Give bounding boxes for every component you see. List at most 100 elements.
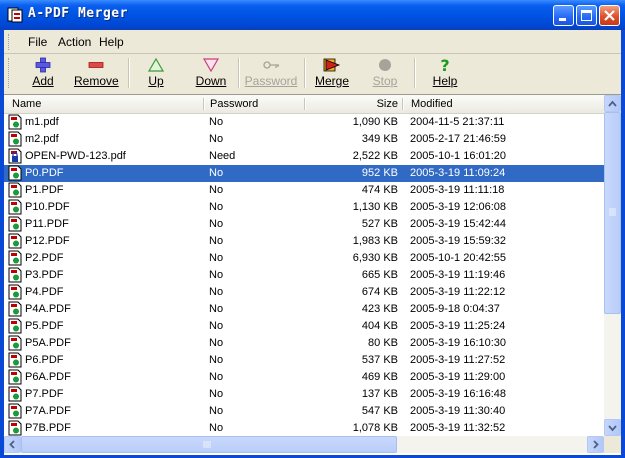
file-row[interactable]: P12.PDF No 1,983 KB 2005-3-19 15:59:32 bbox=[4, 233, 604, 250]
pdf-file-icon bbox=[8, 131, 22, 147]
toolbar-separator bbox=[304, 58, 306, 88]
file-row[interactable]: P6A.PDF No 469 KB 2005-3-19 11:29:00 bbox=[4, 369, 604, 386]
file-modified: 2004-11-5 21:37:11 bbox=[410, 116, 505, 128]
file-row[interactable]: P0.PDF No 952 KB 2005-3-19 11:09:24 bbox=[4, 165, 604, 182]
file-rows: m1.pdf No 1,090 KB 2004-11-5 21:37:11 m2.pdf… bbox=[4, 114, 604, 436]
stop-button[interactable]: Stop bbox=[370, 55, 400, 91]
pdf-file-icon bbox=[8, 199, 22, 215]
minimize-button[interactable] bbox=[553, 5, 574, 26]
file-name: P2.PDF bbox=[25, 252, 64, 264]
stop-label: Stop bbox=[372, 74, 398, 88]
file-row[interactable]: m1.pdf No 1,090 KB 2004-11-5 21:37:11 bbox=[4, 114, 604, 131]
column-size[interactable]: Size bbox=[304, 98, 398, 110]
grip-icon bbox=[203, 441, 211, 448]
file-name: P4A.PDF bbox=[25, 303, 71, 315]
password-button[interactable]: Password bbox=[244, 55, 298, 91]
file-row[interactable]: P6.PDF No 537 KB 2005-3-19 11:27:52 bbox=[4, 352, 604, 369]
file-password: No bbox=[209, 252, 224, 264]
pdf-file-icon bbox=[8, 182, 22, 198]
file-name: P5.PDF bbox=[25, 320, 64, 332]
menu-file[interactable]: File bbox=[28, 35, 47, 49]
maximize-button[interactable] bbox=[576, 5, 597, 26]
horizontal-scrollbar[interactable] bbox=[4, 436, 604, 453]
pdf-file-icon bbox=[8, 250, 22, 266]
scrollbar-corner bbox=[604, 436, 621, 453]
file-password: No bbox=[209, 133, 224, 145]
merge-icon bbox=[323, 58, 341, 72]
column-name[interactable]: Name bbox=[12, 98, 41, 110]
arrow-up-icon bbox=[147, 57, 165, 72]
file-size: 404 KB bbox=[361, 320, 398, 332]
file-row[interactable]: P7B.PDF No 1,078 KB 2005-3-19 11:32:52 bbox=[4, 420, 604, 436]
file-modified: 2005-3-19 11:29:00 bbox=[410, 371, 506, 383]
add-button[interactable]: Add bbox=[24, 55, 62, 91]
scroll-down-button[interactable] bbox=[604, 419, 621, 436]
file-list[interactable]: Name Password Size Modified m1.pdf No 1,09… bbox=[4, 94, 621, 455]
file-modified: 2005-3-19 11:11:18 bbox=[410, 184, 505, 196]
file-row[interactable]: P5A.PDF No 80 KB 2005-3-19 16:10:30 bbox=[4, 335, 604, 352]
file-row[interactable]: P10.PDF No 1,130 KB 2005-3-19 12:06:08 bbox=[4, 199, 604, 216]
file-modified: 2005-3-19 11:25:24 bbox=[410, 320, 506, 332]
help-button[interactable]: ? Help bbox=[430, 55, 460, 91]
title-bar[interactable]: A-PDF Merger bbox=[0, 0, 625, 30]
file-password: Need bbox=[209, 150, 236, 162]
pdf-file-icon bbox=[8, 369, 22, 385]
file-modified: 2005-3-19 15:42:44 bbox=[410, 218, 507, 230]
file-row[interactable]: P4A.PDF No 423 KB 2005-9-18 0:04:37 bbox=[4, 301, 604, 318]
file-size: 665 KB bbox=[361, 269, 398, 281]
stop-icon bbox=[379, 59, 391, 71]
vertical-scroll-thumb[interactable] bbox=[604, 112, 621, 314]
file-name: m2.pdf bbox=[25, 133, 59, 145]
remove-button[interactable]: Remove bbox=[74, 55, 119, 91]
file-row[interactable]: P2.PDF No 6,930 KB 2005-10-1 20:42:55 bbox=[4, 250, 604, 267]
file-name: m1.pdf bbox=[25, 116, 59, 128]
file-row[interactable]: m2.pdf No 349 KB 2005-2-17 21:46:59 bbox=[4, 131, 604, 148]
file-row[interactable]: P1.PDF No 474 KB 2005-3-19 11:11:18 bbox=[4, 182, 604, 199]
column-password[interactable]: Password bbox=[210, 98, 258, 110]
file-modified: 2005-3-19 16:10:30 bbox=[410, 337, 507, 349]
file-size: 1,983 KB bbox=[352, 235, 398, 247]
file-size: 1,090 KB bbox=[352, 116, 398, 128]
menu-action[interactable]: Action bbox=[58, 35, 91, 49]
file-row[interactable]: OPEN-PWD-123.pdf Need 2,522 KB 2005-10-1 16… bbox=[4, 148, 604, 165]
minimize-icon bbox=[559, 18, 566, 21]
file-modified: 2005-3-19 12:06:08 bbox=[410, 201, 507, 213]
down-button[interactable]: Down bbox=[192, 55, 230, 91]
file-size: 674 KB bbox=[361, 286, 398, 298]
column-divider[interactable] bbox=[203, 98, 205, 110]
toolbar-grip[interactable] bbox=[8, 58, 11, 88]
scroll-right-button[interactable] bbox=[587, 436, 604, 453]
file-password: No bbox=[209, 286, 224, 298]
scroll-up-button[interactable] bbox=[604, 95, 621, 112]
column-modified[interactable]: Modified bbox=[411, 98, 453, 110]
merge-button[interactable]: Merge bbox=[314, 55, 350, 91]
file-row[interactable]: P4.PDF No 674 KB 2005-3-19 11:22:12 bbox=[4, 284, 604, 301]
pdf-file-icon bbox=[8, 267, 22, 283]
up-button[interactable]: Up bbox=[141, 55, 171, 91]
file-password: No bbox=[209, 235, 224, 247]
horizontal-scroll-thumb[interactable] bbox=[21, 436, 397, 453]
vertical-scrollbar[interactable] bbox=[604, 95, 621, 436]
pdf-file-icon bbox=[8, 301, 22, 317]
file-name: P3.PDF bbox=[25, 269, 64, 281]
list-header: Name Password Size Modified bbox=[4, 95, 604, 114]
file-row[interactable]: P5.PDF No 404 KB 2005-3-19 11:25:24 bbox=[4, 318, 604, 335]
close-button[interactable] bbox=[599, 5, 620, 26]
file-size: 527 KB bbox=[361, 218, 398, 230]
question-icon: ? bbox=[440, 57, 449, 73]
chevron-right-icon bbox=[593, 440, 599, 449]
file-modified: 2005-3-19 11:27:52 bbox=[410, 354, 506, 366]
file-row[interactable]: P3.PDF No 665 KB 2005-3-19 11:19:46 bbox=[4, 267, 604, 284]
menu-grip[interactable] bbox=[8, 34, 11, 50]
file-row[interactable]: P11.PDF No 527 KB 2005-3-19 15:42:44 bbox=[4, 216, 604, 233]
menu-help[interactable]: Help bbox=[99, 35, 124, 49]
file-row[interactable]: P7.PDF No 137 KB 2005-3-19 16:16:48 bbox=[4, 386, 604, 403]
file-modified: 2005-9-18 0:04:37 bbox=[410, 303, 500, 315]
toolbar-separator bbox=[414, 58, 416, 88]
pdf-file-icon bbox=[8, 284, 22, 300]
scroll-left-button[interactable] bbox=[4, 436, 21, 453]
file-row[interactable]: P7A.PDF No 547 KB 2005-3-19 11:30:40 bbox=[4, 403, 604, 420]
file-size: 469 KB bbox=[361, 371, 398, 383]
file-size: 1,130 KB bbox=[352, 201, 398, 213]
column-divider[interactable] bbox=[402, 98, 404, 110]
